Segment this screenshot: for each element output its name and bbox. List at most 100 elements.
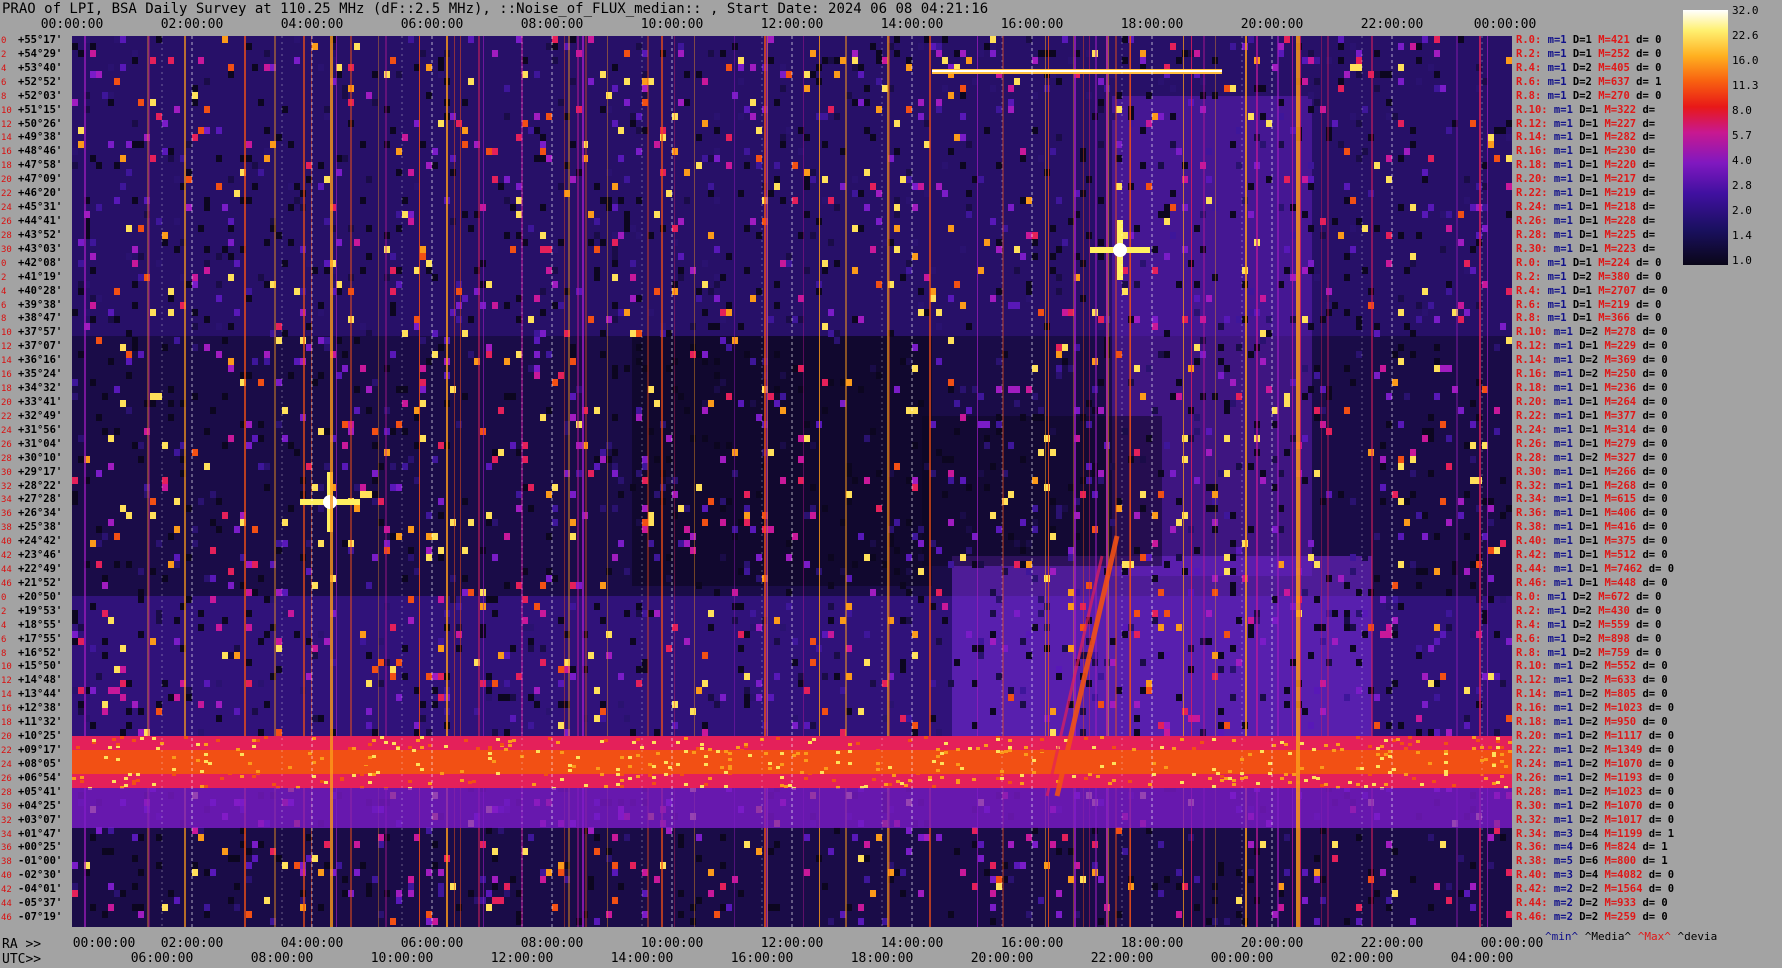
heatmap-cell	[936, 358, 942, 365]
row-stat-max: M=279	[1598, 437, 1637, 450]
heatmap-cell	[396, 267, 402, 274]
heatmap-cell	[870, 680, 876, 687]
row-stat: R.20: m=1 D=1 M=217 d=	[1516, 174, 1655, 185]
heatmap-cell	[246, 589, 252, 596]
heatmap-cell	[528, 505, 534, 512]
heatmap-cell	[996, 526, 1002, 533]
heatmap-cell	[72, 883, 78, 890]
heatmap-cell	[462, 498, 468, 505]
heatmap-cell	[1224, 568, 1230, 575]
heatmap-cell	[108, 64, 114, 71]
heatmap-cell	[906, 57, 912, 64]
row-index-label: 38	[1, 523, 12, 534]
bright-band-cell	[1284, 773, 1288, 776]
bright-band-cell	[692, 751, 696, 754]
heatmap-cell	[612, 183, 618, 190]
row-stat-min: m=1	[1547, 785, 1573, 798]
heatmap-cell	[1320, 624, 1326, 631]
heatmap-cell	[246, 337, 252, 344]
heatmap-cell	[768, 190, 774, 197]
heatmap-cell	[1032, 575, 1038, 582]
heatmap-cell	[294, 631, 300, 638]
heatmap-cell	[228, 568, 234, 575]
row-index-label: 28	[1, 787, 12, 798]
row-stat-min: m=4	[1547, 841, 1573, 854]
row-stat-devia: d= 0	[1636, 451, 1668, 464]
heatmap-cell	[234, 190, 240, 197]
heatmap-cell	[966, 547, 972, 554]
bright-band-cell	[1040, 738, 1044, 741]
row-index-label: 32	[1, 815, 12, 826]
row-stat-max: M=1349	[1598, 744, 1643, 757]
row-stat-median: D=6	[1572, 841, 1599, 854]
heatmap-cell	[312, 855, 318, 862]
row-stat-devia: d=	[1636, 173, 1656, 186]
row-stat: R.28: m=1 D=1 M=225 d=	[1516, 229, 1655, 241]
heatmap-cell	[588, 470, 594, 477]
heatmap-cell	[666, 575, 672, 582]
heatmap-cell	[1440, 211, 1446, 218]
row-stat-name: R.26:	[1516, 437, 1548, 450]
heatmap-cell	[1032, 232, 1038, 239]
heatmap-cell	[1140, 883, 1146, 890]
bright-band-cell	[1376, 765, 1380, 768]
heatmap-cell	[204, 204, 210, 211]
heatmap-cell	[1404, 393, 1410, 400]
bright-band-cell	[928, 760, 932, 763]
heatmap-cell	[1398, 232, 1404, 239]
bright-band-cell	[1392, 752, 1396, 755]
row-stat-name: R.4:	[1516, 61, 1542, 74]
heatmap-cell	[714, 386, 720, 393]
heatmap-cell	[738, 603, 744, 610]
heatmap-cell	[1284, 393, 1290, 400]
heatmap-cell	[1506, 183, 1512, 190]
row-stat-median: D=1	[1572, 507, 1599, 520]
heatmap-cell	[360, 463, 366, 470]
heatmap-cell	[1338, 491, 1344, 498]
heatmap-cell	[804, 169, 810, 176]
bright-band-cell	[952, 768, 956, 771]
heatmap-cell	[894, 834, 900, 841]
heatmap-cell	[1026, 561, 1032, 568]
heatmap-cell	[1284, 267, 1290, 274]
heatmap-cell	[1236, 617, 1242, 624]
heatmap-cell	[1446, 225, 1452, 232]
heatmap-cell	[600, 330, 606, 337]
heatmap-cell	[1038, 379, 1044, 386]
heatmap-cell	[1434, 624, 1440, 631]
heatmap-cell	[408, 883, 414, 890]
heatmap-cell	[1230, 540, 1236, 547]
colorbar	[1683, 10, 1728, 265]
heatmap-cell	[318, 302, 324, 309]
heatmap-cell	[636, 197, 642, 204]
heatmap-cell	[870, 890, 876, 897]
heatmap-cell	[1224, 400, 1230, 407]
heatmap-cell	[1344, 610, 1350, 617]
heatmap-cell	[1056, 505, 1062, 512]
heatmap-cell	[1248, 36, 1254, 43]
heatmap-cell	[492, 883, 498, 890]
heatmap-cell	[492, 554, 498, 561]
heatmap-cell	[90, 316, 96, 323]
heatmap-cell	[192, 134, 198, 141]
heatmap-cell	[558, 862, 564, 869]
heatmap-cell	[1032, 393, 1038, 400]
heatmap-cell	[1434, 729, 1440, 736]
heatmap-cell	[1098, 78, 1104, 85]
heatmap-cell	[858, 855, 864, 862]
heatmap-cell	[1314, 869, 1320, 876]
heatmap-cell	[504, 890, 510, 897]
heatmap-cell	[984, 484, 990, 491]
row-stat-devia: d=	[1636, 103, 1656, 116]
heatmap-cell	[1398, 561, 1404, 568]
bright-band-cell	[836, 761, 840, 764]
bright-band-cell	[620, 756, 624, 759]
heatmap-cell	[1422, 211, 1428, 218]
heatmap-cell	[198, 127, 204, 134]
row-stat-name: R.8:	[1516, 89, 1542, 102]
row-stat-min: m=1	[1547, 326, 1573, 339]
heatmap-cell	[786, 603, 792, 610]
heatmap-cell	[954, 659, 960, 666]
row-stat-median: D=1	[1572, 409, 1599, 422]
bright-band-cell	[204, 743, 208, 746]
